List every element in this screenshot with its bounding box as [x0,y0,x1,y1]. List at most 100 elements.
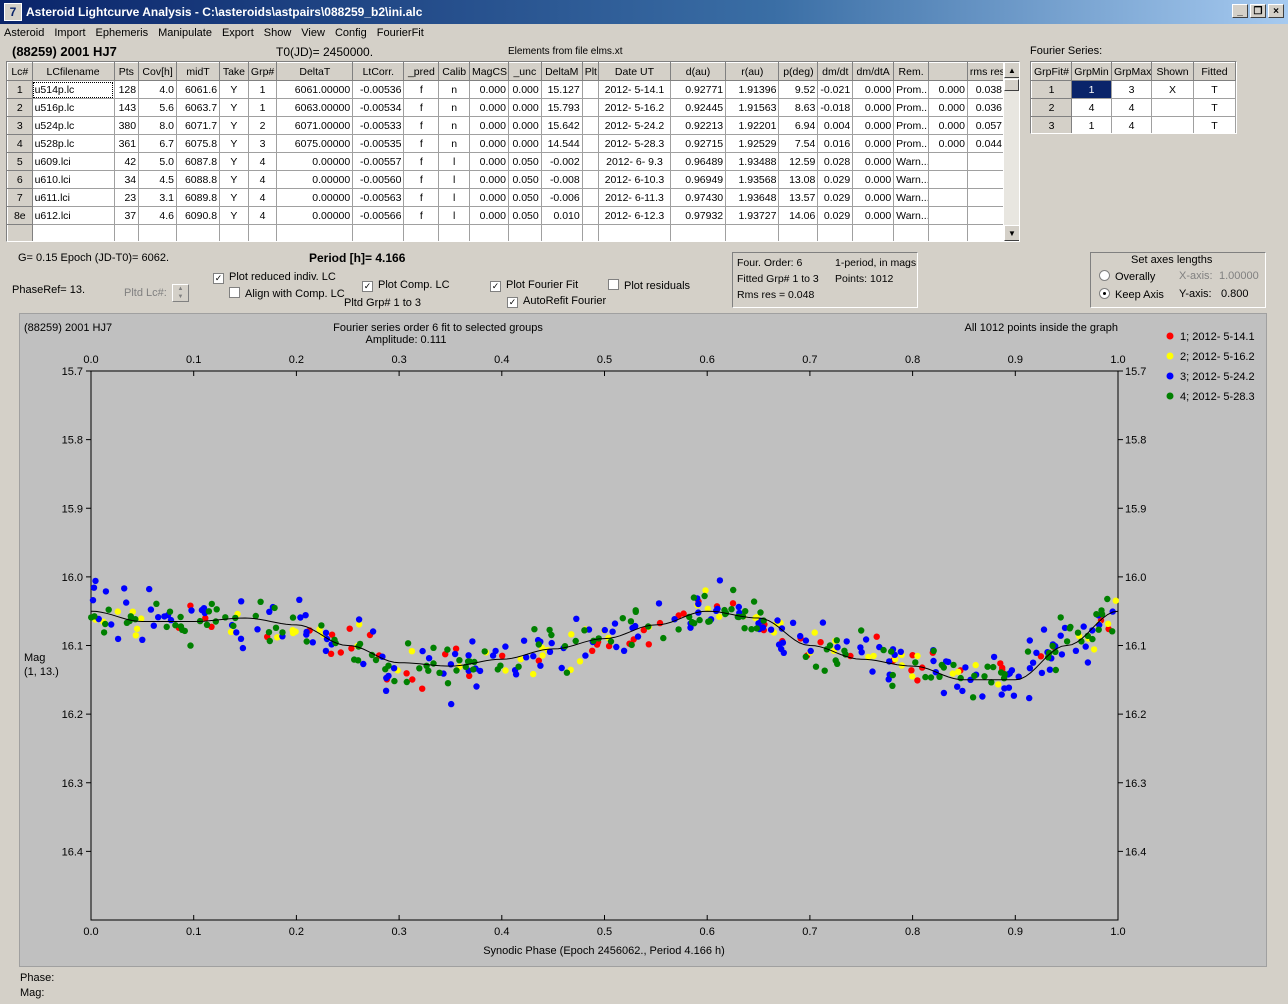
table-cell[interactable]: 8.63 [778,98,819,117]
table-cell[interactable] [598,224,671,241]
table-cell[interactable]: 6088.8 [176,170,221,189]
table-cell[interactable]: -0.00557 [352,152,405,171]
table-cell[interactable]: 2012- 5-14.1 [598,80,671,99]
table-cell[interactable]: 1.92201 [725,116,780,135]
overally-radio[interactable]: Overally [1099,270,1155,283]
table-cell[interactable]: 0.00000 [276,206,354,225]
fourier-column-header[interactable]: Shown [1151,62,1194,81]
column-header[interactable]: _unc [507,62,542,81]
table-cell[interactable]: l [438,170,471,189]
table-cell[interactable]: 0.000 [507,98,542,117]
table-cell[interactable]: 0.050 [507,170,542,189]
table-cell[interactable]: 1 [247,98,278,117]
table-cell[interactable]: 0.000 [928,98,968,117]
row-header[interactable]: 1 [1031,80,1072,99]
table-cell[interactable]: 1.93568 [725,170,780,189]
table-cell[interactable]: 1.91563 [725,98,780,117]
menu-config[interactable]: Config [335,27,367,39]
column-header[interactable]: Pts [113,62,140,81]
menu-manipulate[interactable]: Manipulate [158,27,212,39]
table-cell[interactable] [176,224,221,241]
table-cell[interactable] [247,224,278,241]
table-cell[interactable]: 0.036 [966,98,1006,117]
table-cell[interactable]: 0.029 [817,188,854,207]
table-cell[interactable]: 5.0 [138,152,178,171]
table-cell[interactable]: 1.93727 [725,206,780,225]
table-cell[interactable] [928,206,968,225]
table-cell[interactable]: u528p.lc [31,134,115,153]
lightcurve-table[interactable]: Lc# LCfilename Pts Cov[h] midT Take Grp# DeltaT… [6,61,1020,242]
plot-reduced-checkbox[interactable]: ✓ Plot reduced indiv. LC [213,271,336,284]
table-cell[interactable]: f [403,188,440,207]
table-cell[interactable] [966,188,1006,207]
column-header[interactable]: MagCS [469,62,509,81]
table-cell[interactable]: 2012- 6-10.3 [598,170,671,189]
table-cell[interactable]: 380 [113,116,140,135]
table-cell[interactable]: u610.lci [31,170,115,189]
row-header[interactable]: 3 [1031,116,1072,133]
table-cell[interactable]: 0.044 [966,134,1006,153]
table-cell[interactable]: 6.94 [778,116,819,135]
table-cell[interactable]: 0.050 [507,152,542,171]
table-cell[interactable]: 0.000 [852,152,895,171]
column-header[interactable]: _pred [403,62,440,81]
row-header[interactable]: 7 [7,188,33,207]
table-cell[interactable]: 0.029 [817,170,854,189]
table-cell[interactable]: 0.000 [469,80,509,99]
table-cell[interactable]: 6.7 [138,134,178,153]
lightcurve-row[interactable]: 6 u610.lci 34 4.5 6088.8 Y 4 0.00000 -0.00560 f l 0… [7,170,1006,189]
table-cell[interactable]: -0.008 [540,170,583,189]
table-cell[interactable]: 4 [247,152,278,171]
table-cell[interactable] [725,224,780,241]
table-cell[interactable] [219,224,249,241]
autorefit-checkbox[interactable]: ✓ AutoRefit Fourier [507,295,606,308]
table-cell[interactable]: 0.97932 [669,206,727,225]
fourier-table[interactable]: GrpFit# GrpMin GrpMax Shown Fitted 1 1 3 X T 2 4 4 T 3… [1030,61,1237,134]
table-cell[interactable]: f [403,98,440,117]
table-cell[interactable]: Prom... [893,80,929,99]
table-cell[interactable] [31,224,115,241]
table-cell[interactable]: n [438,98,471,117]
table-cell[interactable]: 6063.7 [176,98,221,117]
table-cell[interactable]: u611.lci [31,188,115,207]
table-cell[interactable] [540,224,583,241]
fourier-cell[interactable]: T [1193,80,1236,99]
table-cell[interactable]: 0.96949 [669,170,727,189]
plot-comp-checkbox[interactable]: ✓ Plot Comp. LC [362,279,450,292]
table-cell[interactable]: f [403,116,440,135]
table-cell[interactable]: 6061.6 [176,80,221,99]
table-cell[interactable]: 0.050 [507,188,542,207]
table-cell[interactable]: 0.057 [966,116,1006,135]
column-header[interactable]: LtCorr. [352,62,405,81]
fourier-cell[interactable]: 4 [1071,98,1112,117]
table-cell[interactable] [928,224,968,241]
table-cell[interactable]: Warn... [893,170,929,189]
row-header[interactable]: 6 [7,170,33,189]
table-cell[interactable]: 0.000 [507,134,542,153]
table-cell[interactable]: u524p.lc [31,116,115,135]
column-header[interactable]: Rem. [893,62,929,81]
table-cell[interactable]: Y [219,134,249,153]
column-header[interactable] [928,62,968,81]
column-header[interactable]: Date UT [598,62,671,81]
table-cell[interactable] [966,170,1006,189]
column-header[interactable]: LCfilename [31,62,115,81]
table-cell[interactable]: 6075.8 [176,134,221,153]
table-cell[interactable]: 5.6 [138,98,178,117]
lightcurve-plot-area[interactable]: 0.0 0.0 0.1 0.1 0.2 0.2 0.3 0.3 0.4 0.4 0.5 0.5 0.6 0… [19,313,1267,967]
table-cell[interactable]: u514p.lc [31,80,115,99]
fourier-column-header[interactable]: Fitted [1193,62,1236,81]
fourier-cell[interactable]: 1 [1071,80,1112,99]
table-cell[interactable]: 0.000 [469,152,509,171]
table-cell[interactable]: Y [219,206,249,225]
keep-axis-radio[interactable]: Keep Axis [1099,288,1164,301]
table-cell[interactable]: 0.92213 [669,116,727,135]
table-cell[interactable]: Y [219,152,249,171]
fourier-row[interactable]: 314 T [1031,116,1236,133]
table-cell[interactable]: u516p.lc [31,98,115,117]
table-cell[interactable] [778,224,819,241]
table-cell[interactable] [966,152,1006,171]
scroll-up-button[interactable]: ▲ [1004,62,1019,78]
table-cell[interactable]: 128 [113,80,140,99]
table-cell[interactable]: 361 [113,134,140,153]
